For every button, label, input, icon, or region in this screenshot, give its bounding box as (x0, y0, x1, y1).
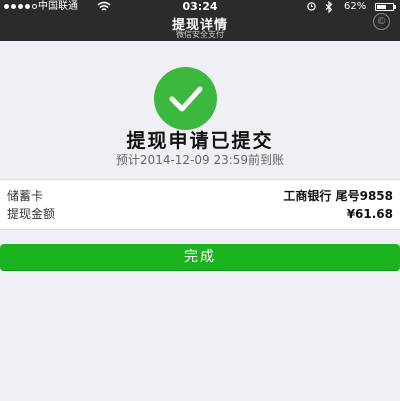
page-subtitle: 微信安全支付 (176, 30, 224, 39)
status-time: 03:24 (182, 0, 218, 13)
copyright-icon: © (373, 13, 390, 30)
check-circle-icon (154, 67, 217, 130)
bluetooth-icon (325, 0, 333, 14)
battery-percent: 62% (344, 1, 367, 12)
status-bar: 中国联通 03:24 62% (0, 0, 400, 14)
detail-label: 提现金额 (7, 207, 56, 221)
detail-value: ¥61.68 (346, 207, 393, 221)
result-title: 提现申请已提交 (126, 130, 274, 152)
detail-row-amount: 提现金额 ¥61.68 (0, 203, 400, 225)
battery-tip (394, 5, 396, 9)
alarm-icon (307, 2, 316, 11)
detail-card: 储蓄卡 工商银行 尾号9858 提现金额 ¥61.68 (0, 179, 400, 230)
result-subtitle: 预计2014-12-09 23:59前到账 (115, 153, 285, 167)
done-button[interactable]: 完成 (0, 244, 400, 271)
battery-icon (375, 3, 394, 11)
top-bar: 中国联通 03:24 62% 提现详情 微信安全支付 © (0, 0, 400, 41)
battery-fill (377, 5, 386, 9)
